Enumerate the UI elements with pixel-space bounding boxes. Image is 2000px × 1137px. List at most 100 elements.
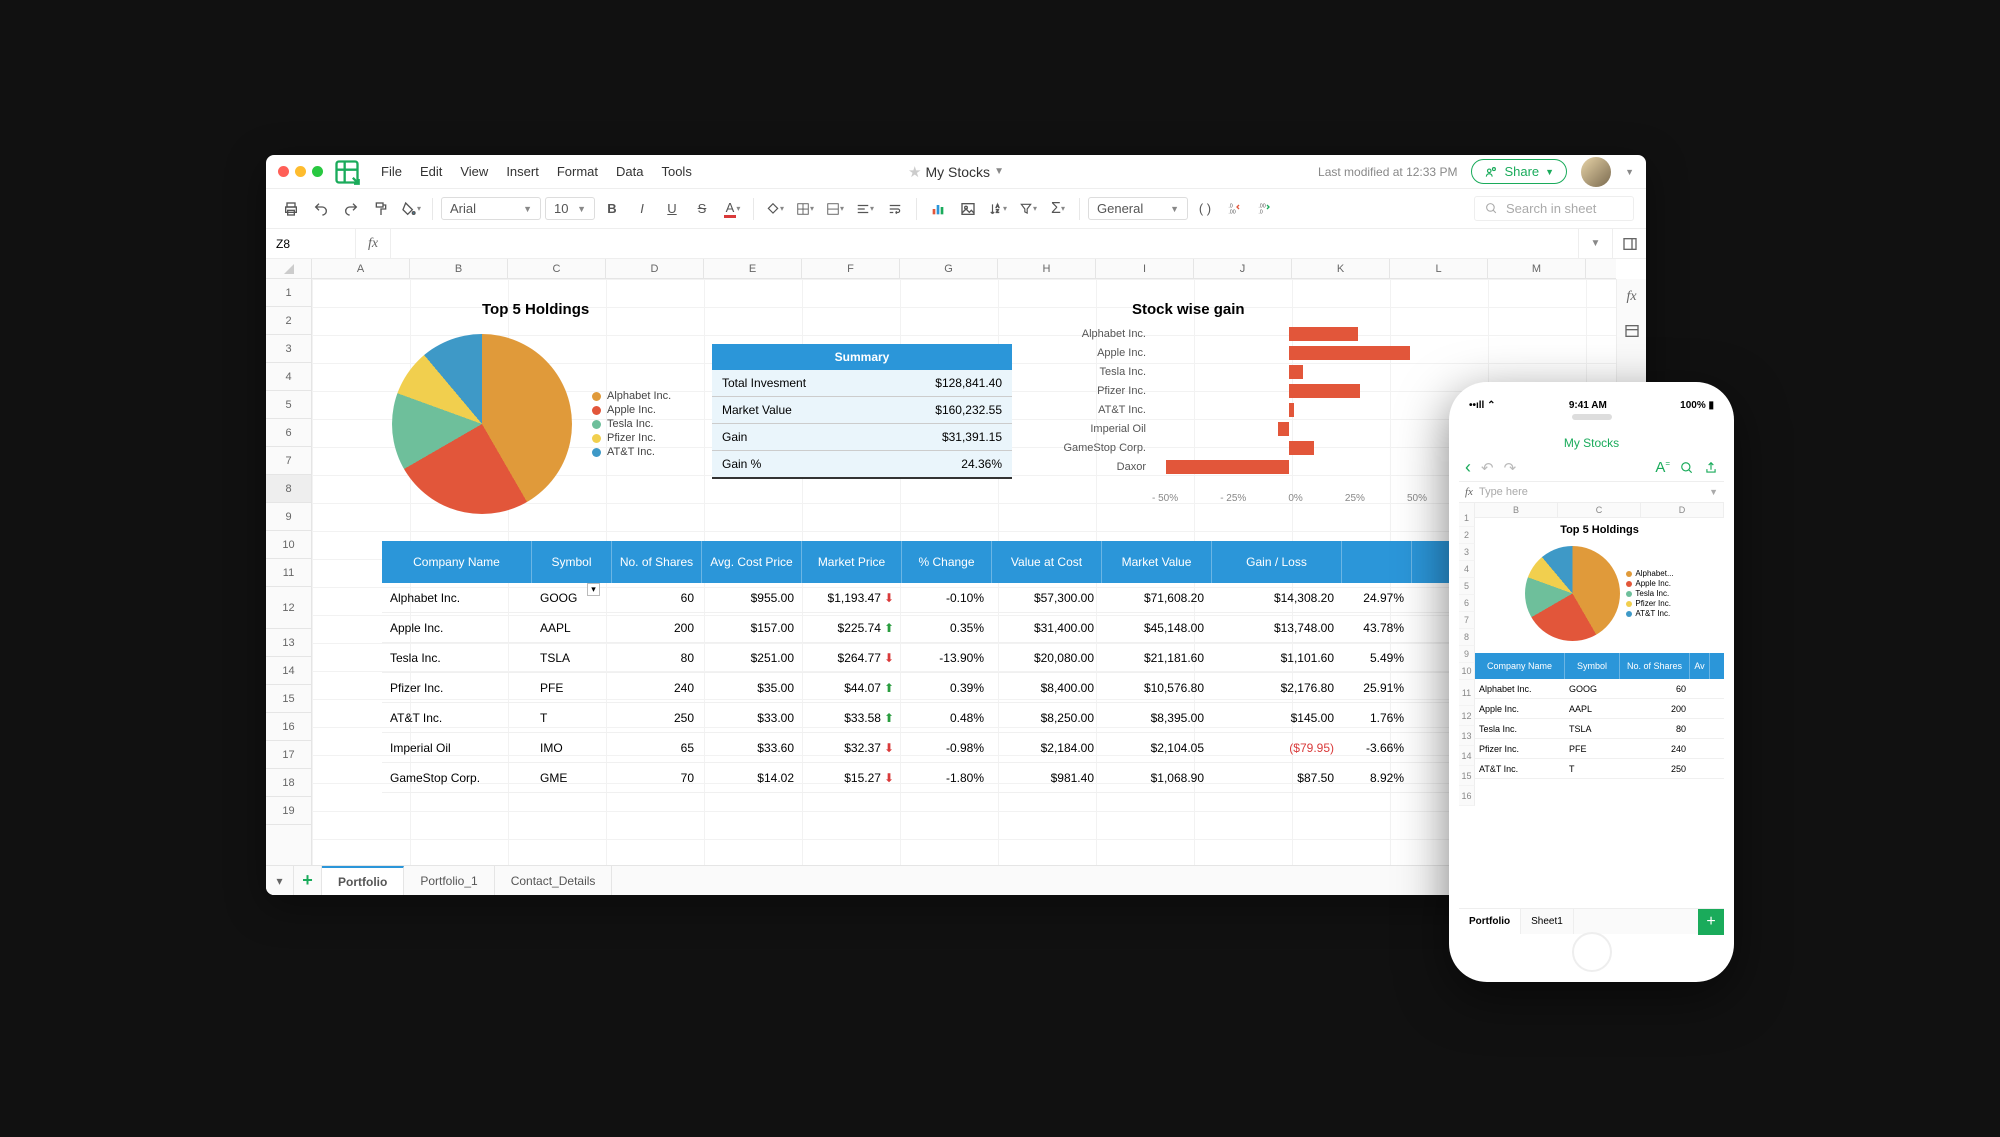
document-name[interactable]: ★ My Stocks ▼ [908,163,1004,181]
table-header[interactable] [1342,541,1412,583]
menu-view[interactable]: View [460,164,488,179]
row-header[interactable]: 3 [266,335,311,363]
print-icon[interactable] [278,196,304,222]
phone-formula-bar[interactable]: fx Type here ▼ [1459,482,1724,503]
phone-table-row[interactable]: AT&T Inc.T250 [1475,759,1724,779]
phone-row-header[interactable]: 2 [1459,527,1475,544]
table-row[interactable]: GameStop Corp.GME70$14.02$15.27⬇-1.80%$9… [382,763,1472,793]
row-header[interactable]: 15 [266,685,311,713]
phone-sheet-tab[interactable]: Portfolio [1459,909,1521,934]
row-header[interactable]: 16 [266,713,311,741]
phone-col-header[interactable]: B [1475,503,1558,517]
menu-file[interactable]: File [381,164,402,179]
underline-icon[interactable]: U [659,196,685,222]
select-all-corner[interactable] [266,259,312,279]
menu-format[interactable]: Format [557,164,598,179]
formula-input[interactable] [391,229,1578,258]
phone-row-header[interactable]: 8 [1459,629,1475,646]
table-header[interactable]: Market Value [1102,541,1212,583]
column-header[interactable]: E [704,259,802,278]
grid-body[interactable]: Top 5 Holdings Stock wise gain Alphabet … [312,279,1616,865]
star-icon[interactable]: ★ [908,163,921,181]
row-header[interactable]: 9 [266,503,311,531]
sort-icon[interactable]: AZ▾ [985,196,1011,222]
number-format-select[interactable]: General▼ [1088,197,1188,220]
column-header[interactable]: M [1488,259,1586,278]
bold-icon[interactable]: B [599,196,625,222]
user-avatar[interactable] [1581,157,1611,187]
table-header[interactable]: Avg. Cost Price [702,541,802,583]
align-icon[interactable]: ▾ [852,196,878,222]
phone-col-header[interactable]: C [1558,503,1641,517]
row-header[interactable]: 6 [266,419,311,447]
row-header[interactable]: 14 [266,657,311,685]
chart-icon[interactable] [925,196,951,222]
tabs-menu-icon[interactable]: ▾ [266,866,294,895]
phone-row-header[interactable]: 9 [1459,646,1475,663]
wrap-icon[interactable] [882,196,908,222]
format-painter-icon[interactable] [368,196,394,222]
close-window-icon[interactable] [278,166,289,177]
column-header[interactable]: H [998,259,1096,278]
undo-icon[interactable] [308,196,334,222]
cell-reference[interactable]: Z8 [266,229,356,258]
table-row[interactable]: Imperial OilIMO65$33.60$32.37⬇-0.98%$2,1… [382,733,1472,763]
font-color-icon[interactable]: A▾ [719,196,745,222]
italic-icon[interactable]: I [629,196,655,222]
phone-row-header[interactable]: 12 [1459,706,1475,726]
fx-side-icon[interactable]: fx [1622,287,1642,307]
phone-table-row[interactable]: Apple Inc.AAPL200 [1475,699,1724,719]
table-header[interactable]: Company Name [382,541,532,583]
increase-decimal-icon[interactable]: .00.0 [1252,196,1278,222]
table-row[interactable]: Pfizer Inc.PFE240$35.00$44.07⬆0.39%$8,40… [382,673,1472,703]
row-header[interactable]: 5 [266,391,311,419]
phone-row-header[interactable]: 10 [1459,663,1475,680]
row-header[interactable]: 13 [266,629,311,657]
table-header[interactable]: Value at Cost [992,541,1102,583]
row-header[interactable]: 12 [266,587,311,629]
column-header[interactable]: C [508,259,606,278]
row-header[interactable]: 8 [266,475,311,503]
row-header[interactable]: 4 [266,363,311,391]
phone-row-header[interactable]: 14 [1459,746,1475,766]
fill-color-icon[interactable]: ▾ [762,196,788,222]
merge-icon[interactable]: ▾ [822,196,848,222]
phone-row-header[interactable]: 7 [1459,612,1475,629]
text-format-icon[interactable]: A= [1655,459,1670,476]
image-icon[interactable] [955,196,981,222]
panel-icon[interactable] [1622,321,1642,341]
phone-row-header[interactable]: 3 [1459,544,1475,561]
table-header[interactable]: Symbol [532,541,612,583]
filter-dropdown-icon[interactable]: ▾ [587,583,600,596]
column-header[interactable]: A [312,259,410,278]
font-size-select[interactable]: 10▼ [545,197,595,220]
phone-add-sheet-button[interactable]: + [1698,909,1724,935]
menu-tools[interactable]: Tools [661,164,691,179]
home-button[interactable] [1572,932,1612,972]
share-button[interactable]: Share ▼ [1471,159,1567,184]
table-header[interactable]: Market Price [802,541,902,583]
phone-row-header[interactable]: 11 [1459,680,1475,706]
column-header[interactable]: B [410,259,508,278]
column-header[interactable]: F [802,259,900,278]
parentheses-icon[interactable]: ( ) [1192,196,1218,222]
expand-formula-icon[interactable]: ▼ [1578,229,1612,258]
menu-edit[interactable]: Edit [420,164,442,179]
undo-icon[interactable]: ↶ [1481,459,1494,477]
row-header[interactable]: 7 [266,447,311,475]
borders-icon[interactable]: ▾ [792,196,818,222]
fx-icon[interactable]: fx [356,229,391,258]
table-header[interactable]: No. of Shares [612,541,702,583]
phone-row-header[interactable]: 4 [1459,561,1475,578]
decrease-decimal-icon[interactable]: .0.00 [1222,196,1248,222]
table-header[interactable]: % Change [902,541,992,583]
row-header[interactable]: 17 [266,741,311,769]
column-header[interactable]: G [900,259,998,278]
phone-row-header[interactable]: 1 [1459,510,1475,527]
strikethrough-icon[interactable]: S [689,196,715,222]
phone-col-header[interactable]: D [1641,503,1724,517]
phone-table-row[interactable]: Alphabet Inc.GOOG60 [1475,679,1724,699]
chevron-down-icon[interactable]: ▼ [994,166,1004,177]
search-icon[interactable] [1680,461,1694,475]
table-row[interactable]: Alphabet Inc.GOOG60$955.00$1,193.47⬇-0.1… [382,583,1472,613]
